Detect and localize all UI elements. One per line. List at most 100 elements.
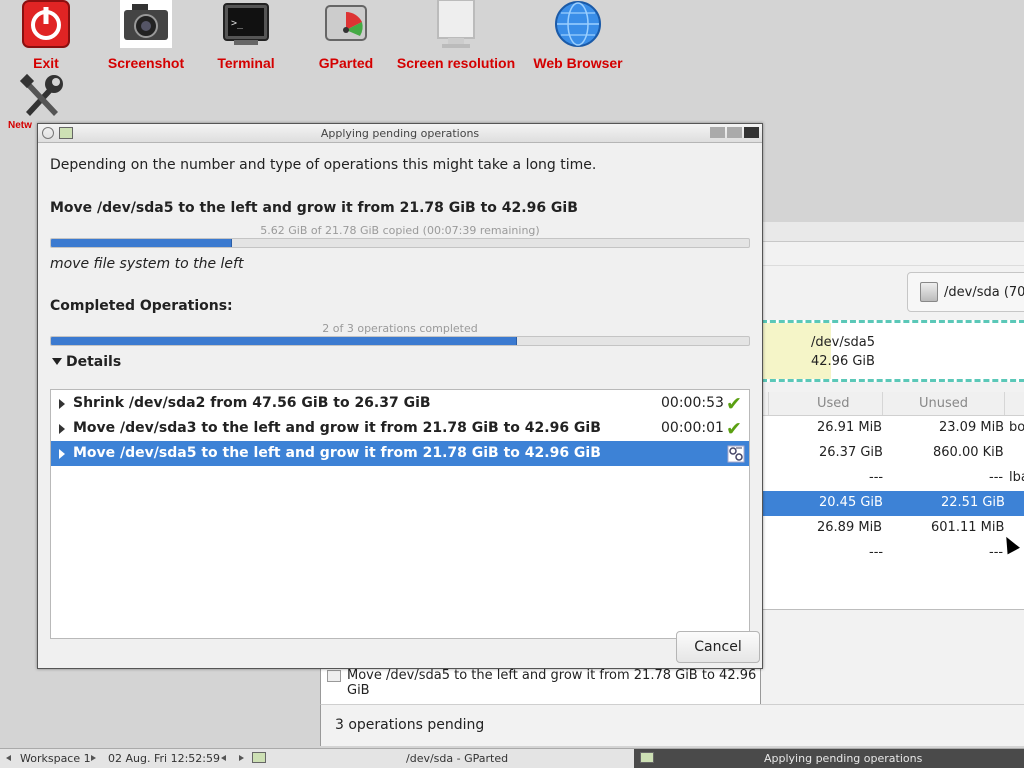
cell-used: --- [869, 545, 884, 560]
operation-row[interactable]: Move /dev/sda3 to the left and grow it f… [51, 416, 749, 441]
globe-icon [552, 0, 604, 50]
completed-operations-label: Completed Operations: [50, 298, 233, 314]
cell-used: 26.91 MiB [817, 420, 883, 435]
dialog-titlebar[interactable]: Applying pending operations [38, 124, 762, 143]
current-operation-progressbar [50, 238, 750, 248]
desktop-icon-label: Screen resolution [396, 55, 516, 71]
column-header-used[interactable]: Used [769, 392, 883, 415]
clock: 02 Aug. Fri 12:52:59 [108, 752, 220, 765]
table-row[interactable]: --- --- lba [761, 466, 1024, 491]
table-row[interactable]: --- --- [761, 541, 1024, 566]
power-icon [20, 0, 72, 50]
completed-operations-progressbar [50, 336, 750, 346]
task-apply-label: Applying pending operations [764, 752, 923, 765]
current-subtask: move file system to the left [50, 256, 244, 272]
operation-row-selected[interactable]: Move /dev/sda5 to the left and grow it f… [51, 441, 749, 466]
workspace-next-icon[interactable] [91, 755, 96, 761]
desktop-icon-label: Exit [33, 55, 59, 71]
minimize-icon[interactable] [710, 127, 725, 138]
operation-label: Move /dev/sda5 to the left and grow it f… [73, 445, 601, 461]
operation-label: Shrink /dev/sda2 from 47.56 GiB to 26.37… [73, 395, 431, 411]
desktop-icon-gparted[interactable]: GParted [314, 0, 378, 71]
desktop-icon-label: GParted [318, 55, 374, 71]
desktop-icon-terminal[interactable]: >_ Terminal [212, 0, 280, 71]
expander-down-icon [52, 358, 62, 365]
partition-name: /dev/sda5 [811, 335, 875, 350]
cell-unused: 860.00 KiB [933, 445, 1004, 460]
partition-size: 42.96 GiB [811, 354, 875, 369]
desktop-icon-label: Screenshot [107, 55, 185, 71]
move-operation-icon [327, 670, 341, 682]
cell-used: 26.37 GiB [819, 445, 883, 460]
cell-unused: --- [989, 545, 1004, 560]
camera-icon [120, 0, 172, 50]
terminal-icon: >_ [220, 0, 272, 50]
details-label: Details [66, 354, 122, 370]
dialog-intro: Depending on the number and type of oper… [50, 157, 597, 173]
partition-map[interactable]: /dev/sda5 42.96 GiB [761, 320, 1024, 382]
cell-unused: 23.09 MiB [939, 420, 1005, 435]
gparted-task-icon [252, 752, 266, 763]
monitor-icon [430, 0, 482, 50]
workspace-label[interactable]: Workspace 1 [20, 752, 91, 765]
cell-used: --- [869, 470, 884, 485]
pending-operations-count: 3 operations pending [335, 717, 485, 733]
current-progress-fill [51, 239, 233, 247]
checkmark-icon: ✔ [726, 418, 742, 440]
expand-arrow-icon[interactable] [59, 424, 65, 434]
operation-time: 00:00:01 [661, 420, 724, 436]
desktop-icon-label: Web Browser [533, 55, 623, 71]
pending-operation-item[interactable]: Move /dev/sda5 to the left and grow it f… [347, 668, 760, 698]
details-expander[interactable]: Details [52, 354, 121, 370]
operations-details-tree: Shrink /dev/sda2 from 47.56 GiB to 26.37… [50, 389, 750, 639]
current-progress-text: 5.62 GiB of 21.78 GiB copied (00:07:39 r… [260, 224, 540, 237]
column-header-flags[interactable] [1005, 392, 1024, 415]
operation-label: Move /dev/sda3 to the left and grow it f… [73, 420, 601, 436]
cell-used: 20.45 GiB [819, 495, 883, 510]
expand-arrow-icon[interactable] [59, 399, 65, 409]
dialog-title: Applying pending operations [320, 127, 480, 140]
operation-row[interactable]: Shrink /dev/sda2 from 47.56 GiB to 26.37… [51, 391, 749, 416]
cell-used: 26.89 MiB [817, 520, 883, 535]
disk-icon [320, 0, 372, 50]
table-row[interactable]: 26.89 MiB 601.11 MiB [761, 516, 1024, 541]
table-row[interactable]: 26.91 MiB 23.09 MiB bo [761, 416, 1024, 441]
device-select-button[interactable]: /dev/sda (70. [907, 272, 1024, 312]
gparted-statusbar: 3 operations pending [320, 704, 1024, 746]
completed-progress-text: 2 of 3 operations completed [322, 322, 478, 335]
task-apply-operations[interactable]: Applying pending operations [634, 749, 1024, 768]
svg-text:>_: >_ [231, 18, 244, 29]
device-select-label: /dev/sda (70. [944, 284, 1024, 300]
current-operation-title: Move /dev/sda5 to the left and grow it f… [50, 200, 578, 216]
expand-arrow-icon[interactable] [59, 449, 65, 459]
column-header-unused[interactable]: Unused [883, 392, 1005, 415]
desktop-icon-label: Terminal [217, 55, 275, 71]
gparted-menubar [761, 242, 1024, 266]
table-row-selected[interactable]: 20.45 GiB 22.51 GiB [761, 491, 1024, 516]
partition-table-header: Used Unused [761, 392, 1024, 416]
harddisk-icon [920, 282, 938, 302]
cell-unused: 22.51 GiB [941, 495, 1005, 510]
task-gparted[interactable]: /dev/sda - GParted [406, 752, 508, 765]
desktop-icon-screenshot[interactable]: Screenshot [106, 0, 186, 71]
close-icon[interactable] [744, 127, 759, 138]
taskbar: Workspace 1 02 Aug. Fri 12:52:59 /dev/sd… [0, 748, 1024, 768]
checkmark-icon: ✔ [726, 393, 742, 415]
completed-progress-fill [51, 337, 517, 345]
gparted-window: /dev/sda (70. /dev/sda5 42.96 GiB Used U… [760, 222, 1024, 746]
execute-gears-icon [727, 445, 745, 463]
apply-task-icon [640, 752, 654, 763]
task-prev-icon[interactable] [221, 755, 226, 761]
table-row[interactable]: 26.37 GiB 860.00 KiB [761, 441, 1024, 466]
workspace-prev-icon[interactable] [6, 755, 11, 761]
desktop-icon-web-browser[interactable]: Web Browser [532, 0, 624, 71]
cell-flags: bo [1009, 420, 1024, 435]
desktop-icon-screen-resolution[interactable]: Screen resolution [396, 0, 516, 71]
partition-map-label: /dev/sda5 42.96 GiB [811, 333, 875, 371]
maximize-icon[interactable] [727, 127, 742, 138]
apply-operations-dialog: Applying pending operations Depending on… [37, 123, 763, 669]
cancel-button[interactable]: Cancel [676, 631, 760, 663]
task-next-icon[interactable] [239, 755, 244, 761]
operation-time: 00:00:53 [661, 395, 724, 411]
desktop-icon-exit[interactable]: Exit [18, 0, 74, 71]
